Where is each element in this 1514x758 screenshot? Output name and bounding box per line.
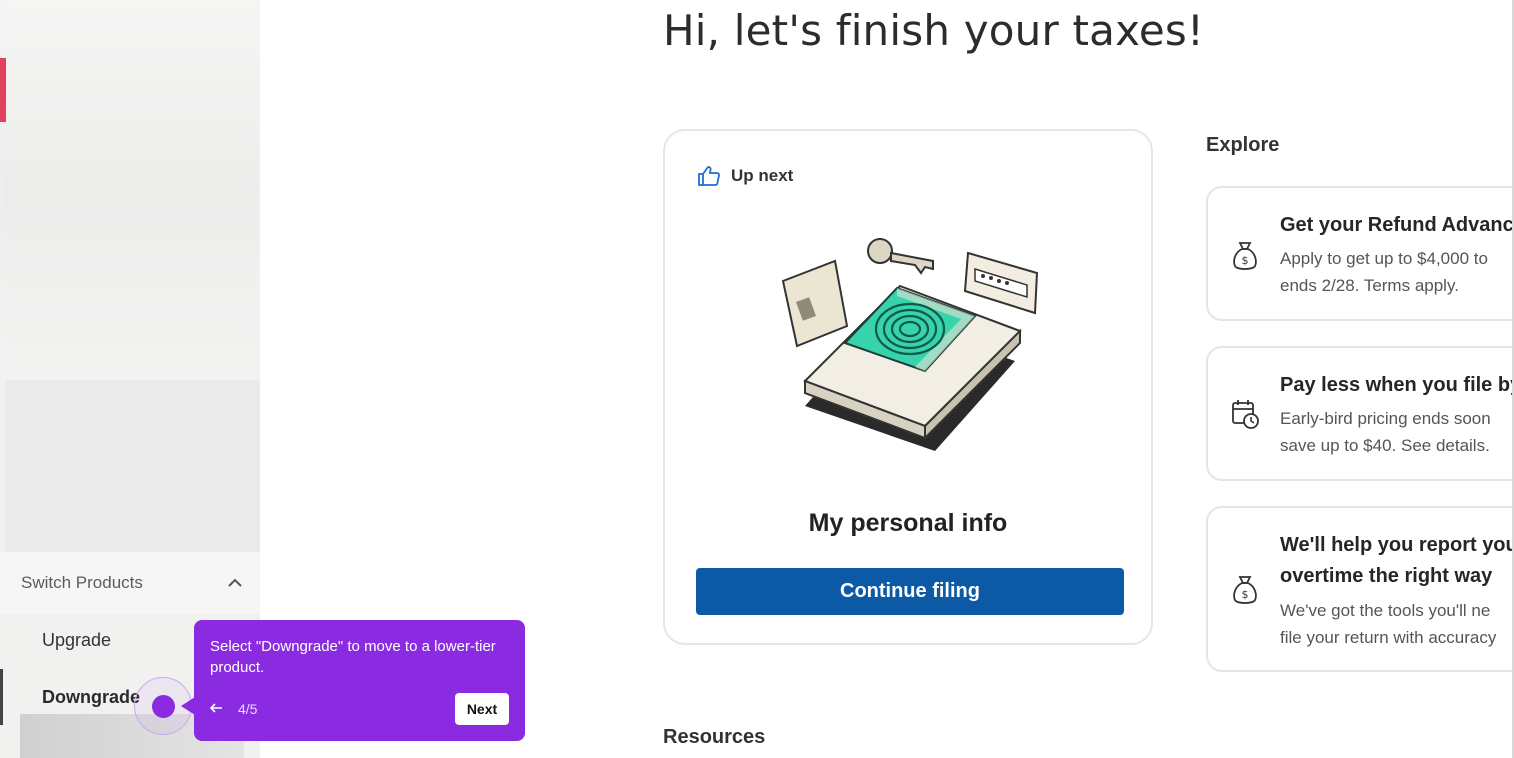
explore-card-overtime[interactable]: $ We'll help you report you overtime the… bbox=[1206, 506, 1514, 672]
sidebar-blurred-area bbox=[0, 0, 260, 380]
explore-title: Explore bbox=[1206, 134, 1280, 156]
money-bag-icon: $ bbox=[1233, 242, 1257, 270]
up-next-label: Up next bbox=[731, 166, 794, 185]
explore-card-refund-advance[interactable]: $ Get your Refund Advanc Apply to get up… bbox=[1206, 186, 1514, 321]
page-title: Hi, let's finish your taxes! bbox=[663, 6, 1205, 55]
tour-popover: Select "Downgrade" to move to a lower-ti… bbox=[194, 620, 525, 741]
fingerprint-illustration bbox=[781, 238, 1039, 451]
sidebar-active-indicator bbox=[0, 58, 6, 122]
money-bag-icon: $ bbox=[1233, 576, 1257, 604]
explore-card-title: Pay less when you file by bbox=[1280, 374, 1514, 396]
tour-next-button[interactable]: Next bbox=[455, 693, 509, 725]
chevron-up-icon bbox=[228, 578, 242, 587]
thumbs-up-icon bbox=[698, 166, 720, 186]
explore-card-desc: Apply to get up to $4,000 to bbox=[1280, 249, 1488, 268]
explore-card-title: overtime the right way bbox=[1280, 565, 1493, 587]
sidebar-item-label: Downgrade bbox=[42, 686, 141, 707]
sidebar-item-label: Upgrade bbox=[42, 629, 112, 650]
tour-message: Select "Downgrade" to move to a lower-ti… bbox=[210, 638, 496, 676]
resources-title: Resources bbox=[663, 726, 766, 748]
explore-card-desc: save up to $40. See details. bbox=[1280, 436, 1490, 455]
tour-beacon[interactable] bbox=[152, 695, 175, 718]
svg-text:$: $ bbox=[1242, 254, 1249, 267]
explore-card-title: Get your Refund Advanc bbox=[1280, 214, 1514, 236]
switch-products-toggle[interactable]: Switch Products bbox=[0, 552, 260, 614]
popover-pointer bbox=[181, 697, 195, 715]
explore-card-early-bird[interactable]: Pay less when you file by Early-bird pri… bbox=[1206, 346, 1514, 481]
continue-filing-button[interactable]: Continue filing bbox=[696, 568, 1124, 615]
explore-card-desc: We've got the tools you'll ne bbox=[1280, 601, 1491, 620]
svg-text:$: $ bbox=[1242, 588, 1249, 601]
arrow-left-icon[interactable] bbox=[208, 700, 224, 716]
calendar-clock-icon bbox=[1232, 400, 1259, 429]
explore-card-desc: Early-bird pricing ends soon bbox=[1280, 409, 1491, 428]
switch-products-label: Switch Products bbox=[21, 573, 143, 592]
card-title: My personal info bbox=[808, 509, 1008, 537]
explore-card-desc: ends 2/28. Terms apply. bbox=[1280, 276, 1459, 295]
explore-card-title: We'll help you report you bbox=[1280, 534, 1514, 556]
tour-step-counter: 4/5 bbox=[238, 701, 258, 717]
up-next-header: Up next bbox=[697, 165, 793, 187]
explore-card-desc: file your return with accuracy bbox=[1280, 628, 1497, 647]
up-next-card: Up next My personal info Continue filing bbox=[663, 129, 1153, 645]
sidebar-blurred-section bbox=[6, 380, 260, 552]
